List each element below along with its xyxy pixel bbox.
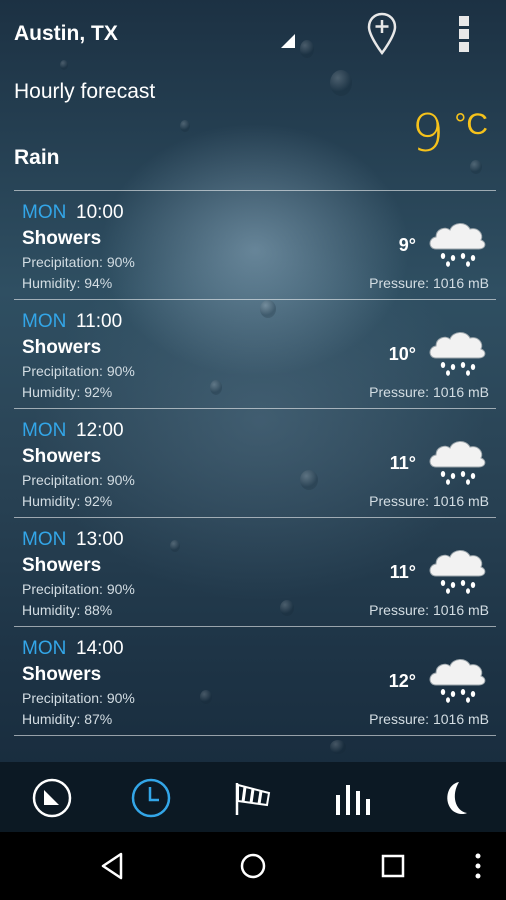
hour-day: MON <box>22 529 67 550</box>
hour-day: MON <box>22 638 67 659</box>
hour-temperature: 12° <box>388 671 416 691</box>
hourly-list: MON 10:00 Showers Precipitation: 90% Hum… <box>14 190 496 736</box>
hour-temperature: 11° <box>389 453 416 473</box>
hour-day: MON <box>22 311 67 332</box>
hour-time: 10:00 <box>76 202 124 223</box>
current-temp-value: 9 <box>411 104 445 164</box>
hourly-clock-icon <box>131 778 171 818</box>
hour-humidity: Humidity: 94% <box>22 275 113 291</box>
hour-temperature: 9° <box>398 235 416 255</box>
moon-icon <box>447 782 467 815</box>
hour-pressure: Pressure: 1016 mB <box>369 275 489 291</box>
home-icon[interactable] <box>237 850 269 882</box>
hour-summary: Showers <box>22 446 102 467</box>
hour-precipitation: Precipitation: 90% <box>22 581 135 597</box>
rain-cloud-icon <box>429 441 486 485</box>
hour-pressure: Pressure: 1016 mB <box>369 384 489 400</box>
header-row: Austin, TX <box>14 12 494 56</box>
hour-time: 13:00 <box>76 529 124 550</box>
hour-time: 11:00 <box>76 311 123 332</box>
hour-summary: Showers <box>22 664 102 685</box>
tab-hourly[interactable] <box>129 776 173 820</box>
hour-row[interactable]: MON 11:00 Showers Precipitation: 90% Hum… <box>14 300 496 409</box>
hour-humidity: Humidity: 92% <box>22 493 113 509</box>
hour-row[interactable]: MON 13:00 Showers Precipitation: 90% Hum… <box>14 518 496 627</box>
hour-time: 14:00 <box>76 638 124 659</box>
hour-humidity: Humidity: 87% <box>22 711 113 727</box>
menu-icon[interactable] <box>462 850 494 882</box>
wind-sock-icon <box>235 783 271 815</box>
page-title: Hourly forecast <box>14 80 156 103</box>
app-screen: Austin, TX Hourly forecast 9 °C Rain MON … <box>0 0 506 832</box>
add-location-pin-icon[interactable] <box>366 12 398 56</box>
hour-precipitation: Precipitation: 90% <box>22 254 135 270</box>
hour-pressure: Pressure: 1016 mB <box>369 493 489 509</box>
chart-bars-icon <box>336 785 370 815</box>
recents-icon[interactable] <box>377 850 409 882</box>
hour-day: MON <box>22 420 67 441</box>
rain-cloud-icon <box>429 332 486 376</box>
rain-cloud-icon <box>429 550 486 594</box>
hour-temperature: 11° <box>389 562 416 582</box>
current-temp-unit: °C <box>454 108 488 141</box>
back-icon[interactable] <box>97 850 129 882</box>
tab-moon[interactable] <box>432 776 476 820</box>
hour-row[interactable]: MON 10:00 Showers Precipitation: 90% Hum… <box>14 191 496 300</box>
tab-current[interactable] <box>30 776 74 820</box>
hour-pressure: Pressure: 1016 mB <box>369 602 489 618</box>
hour-day: MON <box>22 202 67 223</box>
hour-summary: Showers <box>22 555 102 576</box>
hour-summary: Showers <box>22 228 102 249</box>
hour-row[interactable]: MON 12:00 Showers Precipitation: 90% Hum… <box>14 409 496 518</box>
hour-precipitation: Precipitation: 90% <box>22 472 135 488</box>
hour-precipitation: Precipitation: 90% <box>22 363 135 379</box>
location-dropdown-icon[interactable] <box>281 34 295 48</box>
current-condition: Rain <box>14 146 60 169</box>
hour-precipitation: Precipitation: 90% <box>22 690 135 706</box>
current-weather-icon <box>32 778 72 818</box>
hour-summary: Showers <box>22 337 102 358</box>
current-temperature: 9 °C <box>411 108 488 160</box>
hour-pressure: Pressure: 1016 mB <box>369 711 489 727</box>
hour-humidity: Humidity: 88% <box>22 602 113 618</box>
tab-wind[interactable] <box>231 776 275 820</box>
location-name[interactable]: Austin, TX <box>14 22 118 46</box>
hour-time: 12:00 <box>76 420 124 441</box>
overflow-menu-icon[interactable] <box>457 14 471 54</box>
bottom-tab-bar <box>0 762 506 832</box>
hour-temperature: 10° <box>388 344 416 364</box>
hour-humidity: Humidity: 92% <box>22 384 113 400</box>
tab-charts[interactable] <box>333 776 377 820</box>
hour-row[interactable]: MON 14:00 Showers Precipitation: 90% Hum… <box>14 627 496 736</box>
rain-cloud-icon <box>429 223 486 267</box>
rain-cloud-icon <box>429 659 486 703</box>
system-nav-bar <box>0 832 506 900</box>
